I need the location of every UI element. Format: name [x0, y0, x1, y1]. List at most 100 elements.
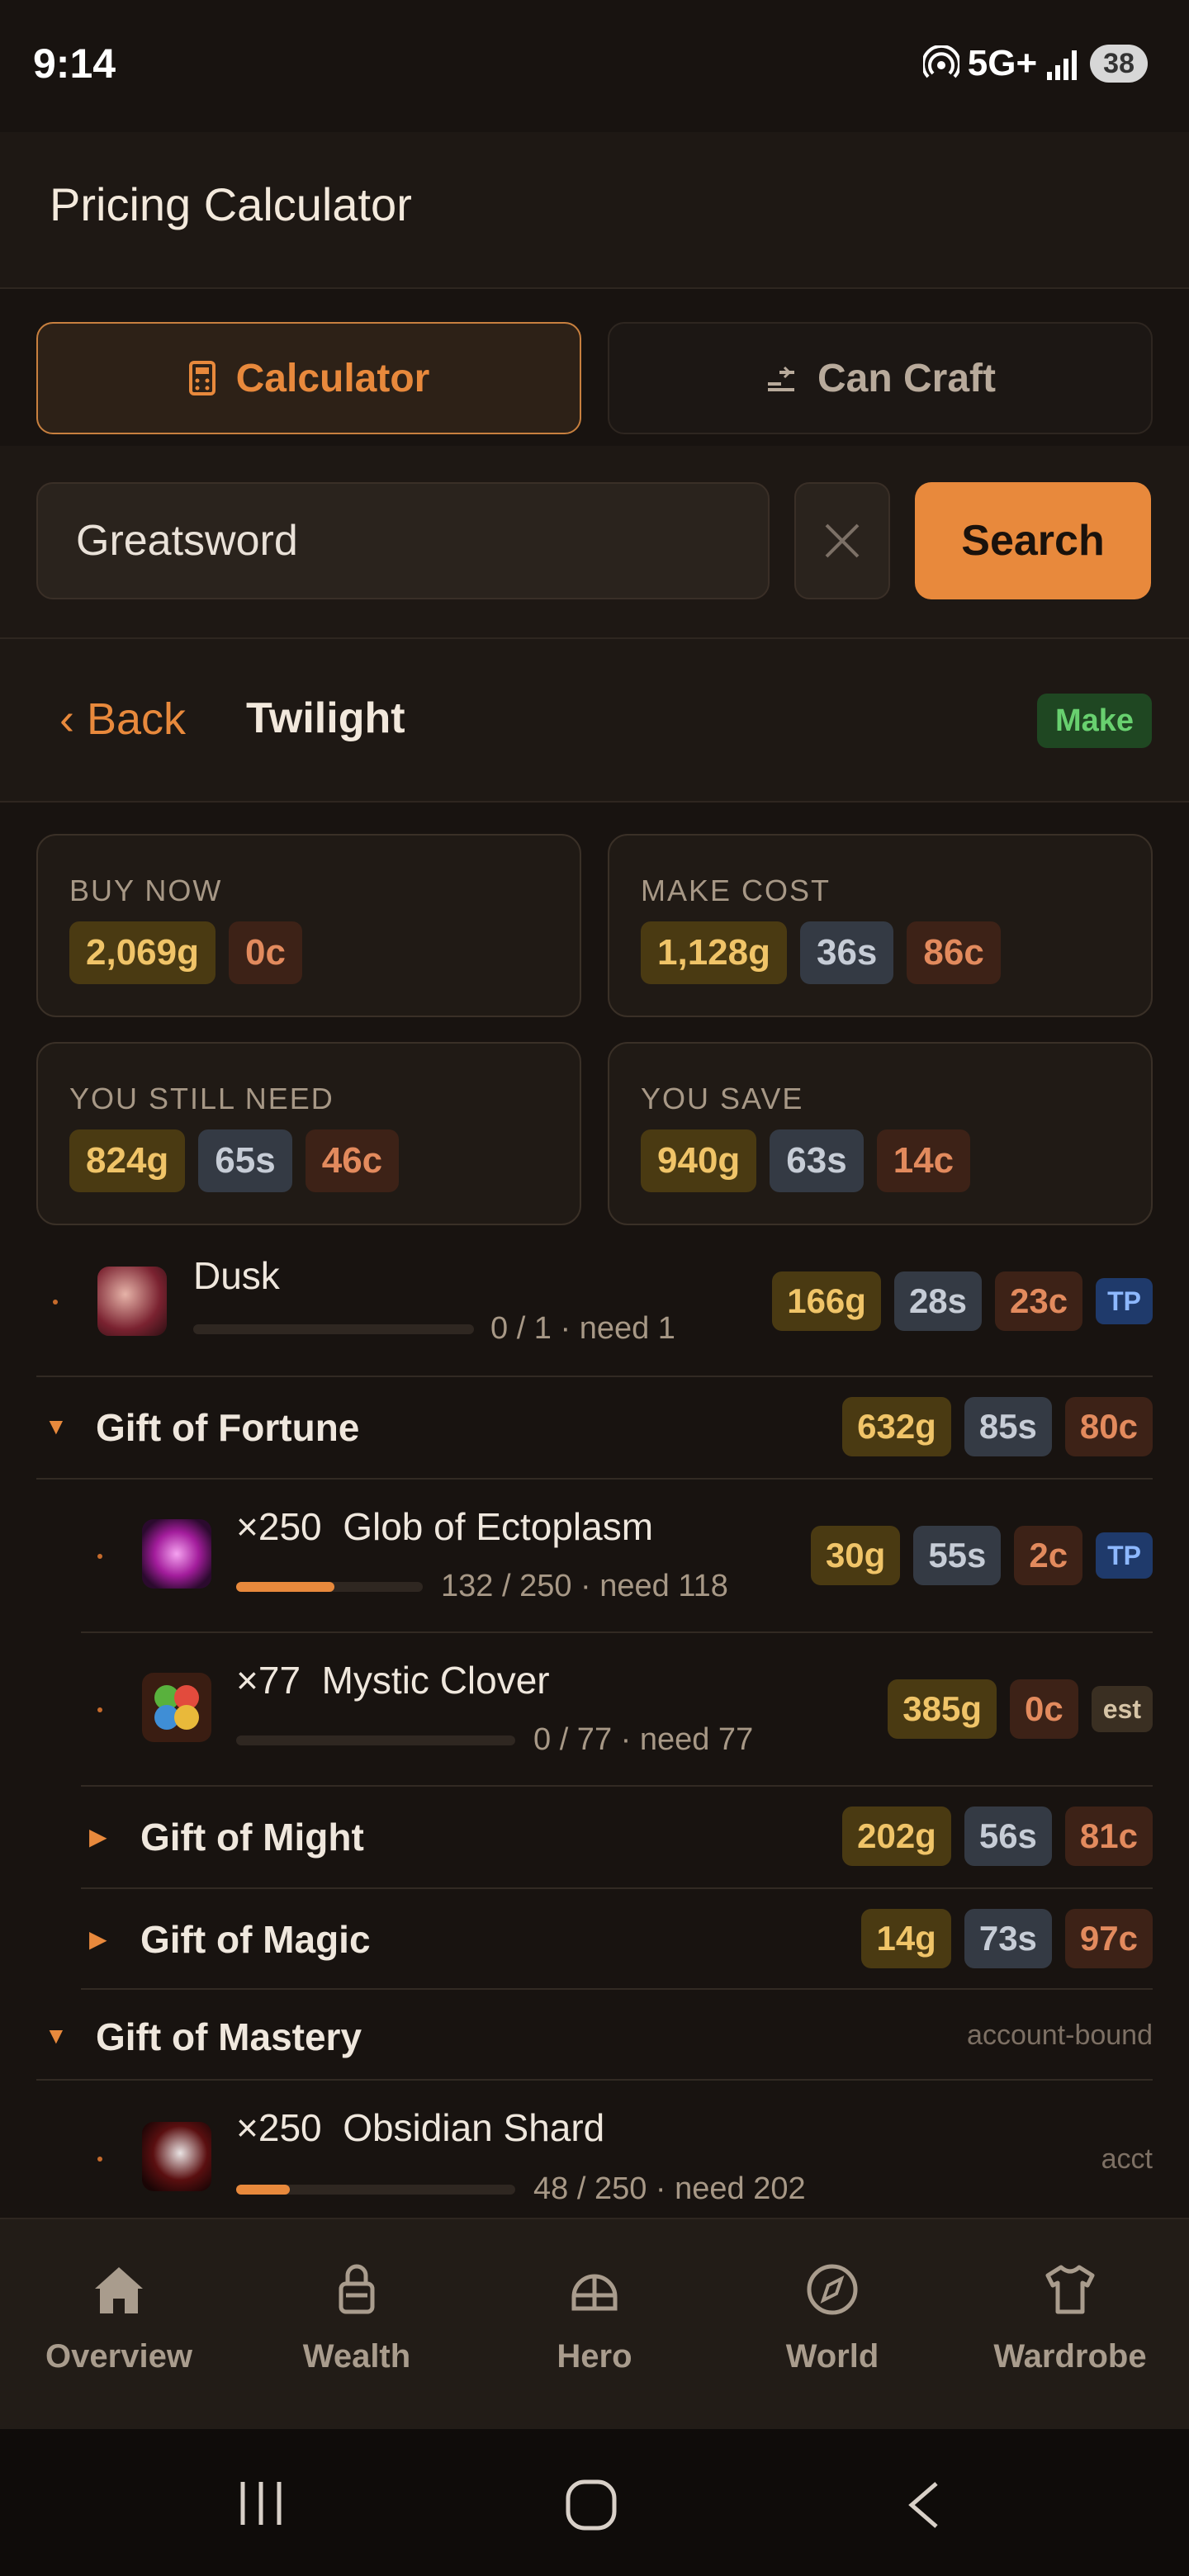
item-qty: ×77 — [236, 1659, 301, 1702]
list-filter-icon — [767, 366, 794, 391]
dusk-item-icon — [97, 1267, 167, 1336]
close-icon — [825, 523, 860, 558]
item-qty: ×250 — [236, 2106, 322, 2149]
clear-search-button[interactable] — [794, 482, 890, 599]
group-name: Gift of Fortune — [96, 1406, 360, 1449]
lock-icon — [339, 2264, 375, 2314]
item-name: ×250 Glob of Ectoplasm — [236, 1504, 653, 1549]
buy-now-card: BUY NOW 2,069g 0c — [36, 834, 581, 1017]
gold-chip: 385g — [888, 1679, 997, 1739]
compass-icon — [807, 2264, 858, 2315]
nav-wealth[interactable]: Wealth — [238, 2219, 476, 2431]
progress-fill — [236, 1582, 335, 1592]
progress-text: 0 / 77 · need 77 — [533, 1722, 754, 1757]
copper-chip: 81c — [1064, 1807, 1153, 1866]
system-nav-bar — [0, 2429, 1189, 2576]
bullet-dot — [97, 2157, 102, 2162]
silver-chip: 85s — [964, 1397, 1052, 1456]
list-item[interactable]: ▶ Gift of Magic 14g 73s 97c — [81, 1889, 1153, 1990]
page-title: Pricing Calculator — [50, 178, 412, 230]
nav-world[interactable]: World — [713, 2219, 951, 2431]
status-time: 9:14 — [33, 40, 116, 87]
gold-chip: 1,128g — [641, 921, 787, 984]
obsidian-item-icon — [142, 2122, 211, 2191]
progress-bar — [236, 1735, 515, 1745]
tab-calculator-label: Calculator — [235, 356, 430, 400]
home-icon — [95, 2267, 143, 2313]
copper-chip: 2c — [1014, 1526, 1083, 1585]
account-bound-label: account-bound — [967, 2020, 1153, 2051]
shirt-icon — [1045, 2265, 1095, 2314]
helmet-icon — [571, 2274, 618, 2311]
nav-overview[interactable]: Overview — [0, 2219, 238, 2431]
network-label: 5G+ — [967, 43, 1038, 83]
nav-label: World — [785, 2338, 879, 2375]
silver-chip: 28s — [893, 1271, 983, 1331]
search-input[interactable]: Greatsword — [36, 482, 770, 599]
list-item[interactable]: ▶ Gift of Might 202g 56s 81c — [81, 1787, 1153, 1889]
collapse-triangle-icon[interactable]: ▼ — [45, 2023, 68, 2049]
breadcrumb: ‹ Back Twilight Make — [0, 639, 1189, 803]
item-title: Glob of Ectoplasm — [343, 1505, 654, 1548]
gold-chip: 940g — [641, 1129, 757, 1192]
app-header: Pricing Calculator — [0, 132, 1189, 289]
group-name: Gift of Magic — [140, 1918, 371, 1961]
silver-chip: 65s — [198, 1129, 292, 1192]
list-item[interactable]: ▼ Gift of Mastery account-bound — [36, 1990, 1153, 2081]
progress-bar — [236, 1582, 423, 1592]
nav-hero[interactable]: Hero — [476, 2219, 713, 2431]
copper-chip: 14c — [876, 1129, 971, 1192]
silver-chip: 55s — [913, 1526, 1002, 1585]
group-name: Gift of Might — [140, 1816, 364, 1859]
copper-chip: 97c — [1064, 1909, 1153, 1968]
home-button-icon[interactable] — [565, 2479, 618, 2531]
tab-can-craft-label: Can Craft — [817, 356, 997, 400]
card-label: MAKE COST — [641, 874, 831, 907]
nav-wardrobe[interactable]: Wardrobe — [951, 2219, 1189, 2431]
collapse-triangle-icon[interactable]: ▼ — [45, 1413, 68, 1440]
silver-chip: 63s — [770, 1129, 864, 1192]
progress-bar — [236, 2185, 515, 2195]
recents-icon[interactable] — [236, 2479, 286, 2528]
gold-chip: 2,069g — [69, 921, 216, 984]
copper-chip: 23c — [995, 1271, 1083, 1331]
status-bar: 9:14 5G+ 38 — [0, 0, 1189, 132]
bullet-dot — [97, 1707, 102, 1712]
back-button[interactable]: ‹ Back — [59, 694, 186, 745]
clover-icon — [154, 1685, 199, 1730]
card-label: YOU STILL NEED — [69, 1082, 334, 1115]
progress-text: 48 / 250 · need 202 — [533, 2171, 806, 2206]
expand-triangle-icon[interactable]: ▶ — [89, 1925, 107, 1953]
progress-text: 132 / 250 · need 118 — [441, 1569, 728, 1603]
list-item[interactable]: ×77 Mystic Clover 0 / 77 · need 77 385g … — [81, 1633, 1153, 1787]
search-button[interactable]: Search — [915, 482, 1151, 599]
progress-fill — [236, 2185, 290, 2195]
search-bar: Greatsword Search — [0, 446, 1189, 639]
list-item[interactable]: ×250 Glob of Ectoplasm 132 / 250 · need … — [81, 1480, 1153, 1633]
tab-can-craft[interactable]: Can Craft — [608, 322, 1153, 434]
list-item[interactable]: ▼ Gift of Fortune 632g 85s 80c — [36, 1377, 1153, 1480]
signal-icon — [1047, 50, 1078, 80]
nav-label: Overview — [45, 2338, 192, 2375]
list-item[interactable]: Dusk 0 / 1 · need 1 166g 28s 23c TP — [36, 1238, 1153, 1377]
status-icons: 5G+ 38 — [922, 43, 1148, 84]
list-item[interactable]: ×250 Obsidian Shard 48 / 250 · need 202 … — [81, 2081, 1153, 2218]
gold-chip: 824g — [69, 1129, 186, 1192]
nav-label: Wealth — [302, 2338, 411, 2375]
card-label: BUY NOW — [69, 874, 223, 907]
gold-chip: 166g — [772, 1271, 881, 1331]
silver-chip: 56s — [964, 1807, 1052, 1866]
copper-chip: 46c — [305, 1129, 400, 1192]
progress-bar — [193, 1324, 474, 1334]
you-save-card: YOU SAVE 940g 63s 14c — [608, 1042, 1153, 1225]
back-nav-icon[interactable] — [905, 2480, 941, 2530]
item-title: Obsidian Shard — [343, 2106, 605, 2149]
account-label: acct — [1101, 2143, 1153, 2175]
tab-calculator[interactable]: Calculator — [36, 322, 581, 434]
calculator-icon — [188, 361, 216, 395]
item-name: Dusk — [193, 1254, 280, 1297]
expand-triangle-icon[interactable]: ▶ — [89, 1823, 107, 1850]
gold-chip: 14g — [861, 1909, 951, 1968]
copper-chip: 86c — [907, 921, 1001, 984]
gold-chip: 632g — [842, 1397, 951, 1456]
